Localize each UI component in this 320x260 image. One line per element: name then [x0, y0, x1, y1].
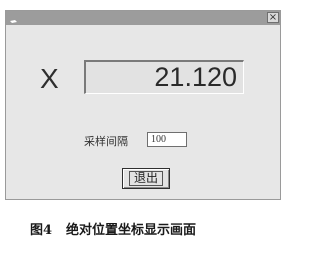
window-menu-icon[interactable]	[9, 13, 19, 23]
exit-button[interactable]: 退出	[122, 168, 170, 189]
close-icon: ×	[268, 12, 278, 23]
position-readout: 21.120	[84, 60, 244, 94]
sampling-interval-input[interactable]	[147, 132, 187, 147]
figure-caption-text: 绝对位置坐标显示画面	[66, 223, 197, 238]
sampling-interval-label: 采样间隔	[84, 135, 128, 148]
title-bar[interactable]: ×	[6, 11, 280, 25]
position-display-window: × X 21.120 采样间隔 退出	[5, 10, 281, 200]
figure-number: 图4	[30, 223, 53, 238]
axis-label: X	[40, 63, 59, 94]
close-button[interactable]: ×	[267, 12, 279, 23]
figure-caption: 图4 绝对位置坐标显示画面	[30, 223, 196, 239]
exit-button-label: 退出	[128, 171, 163, 186]
